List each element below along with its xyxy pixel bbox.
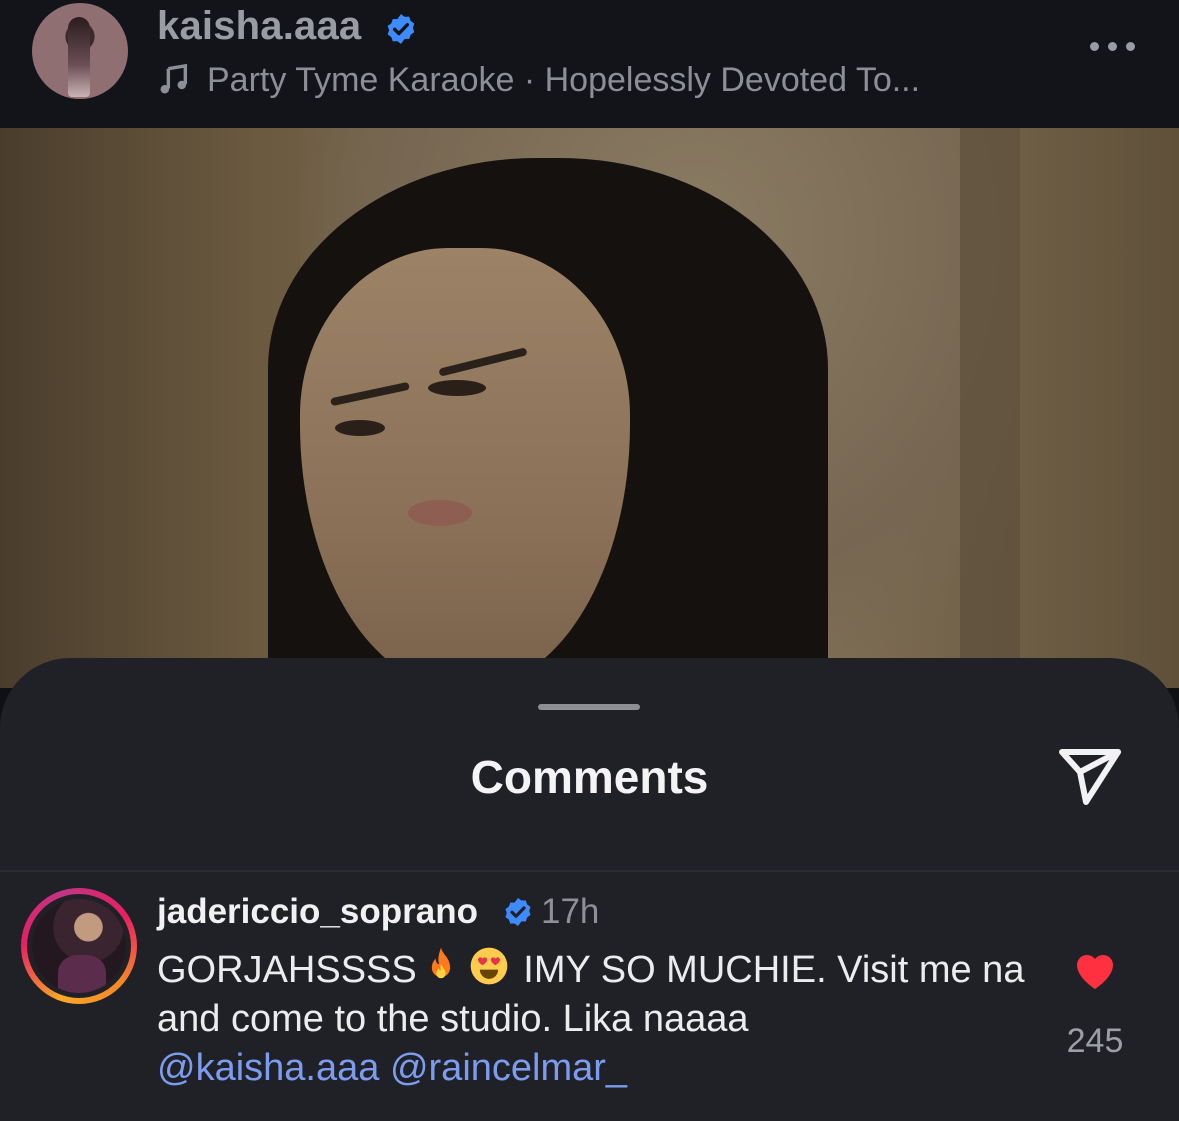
like-count: 245 (1066, 1022, 1124, 1060)
divider (0, 870, 1179, 872)
author-username[interactable]: kaisha.aaa (157, 4, 361, 49)
fire-emoji-icon (431, 947, 450, 979)
heart-eyes-emoji-icon (470, 947, 508, 985)
post-header: kaisha.aaa Party Tyme Karaoke · Hopeless… (0, 0, 1179, 128)
mention-link[interactable]: @raincelmar_ (390, 1047, 627, 1089)
author-avatar[interactable] (32, 3, 128, 99)
comment-text: GORJAHSSSS IMY SO MUCHIE. Visit me na an… (157, 944, 1027, 1093)
music-info[interactable]: Party Tyme Karaoke · Hopelessly Devoted … (157, 58, 920, 102)
commenter-avatar[interactable] (32, 899, 126, 993)
comment-text-part: GORJAHSSSS (157, 949, 417, 991)
more-options-icon[interactable] (1088, 38, 1138, 58)
music-label: Party Tyme Karaoke · Hopelessly Devoted … (207, 60, 921, 99)
verified-badge-icon (387, 14, 415, 44)
post-photo (0, 128, 1179, 688)
share-send-icon[interactable] (1056, 744, 1124, 808)
mention-link[interactable]: @kaisha.aaa (157, 1047, 379, 1089)
heart-icon[interactable] (1071, 947, 1119, 991)
comment-timestamp: 17h (541, 892, 600, 931)
sheet-title: Comments (470, 751, 709, 803)
sheet-drag-handle[interactable] (538, 704, 640, 710)
commenter-username[interactable]: jadericcio_soprano (157, 892, 478, 932)
music-note-icon (160, 63, 188, 94)
verified-badge-icon (505, 898, 531, 926)
